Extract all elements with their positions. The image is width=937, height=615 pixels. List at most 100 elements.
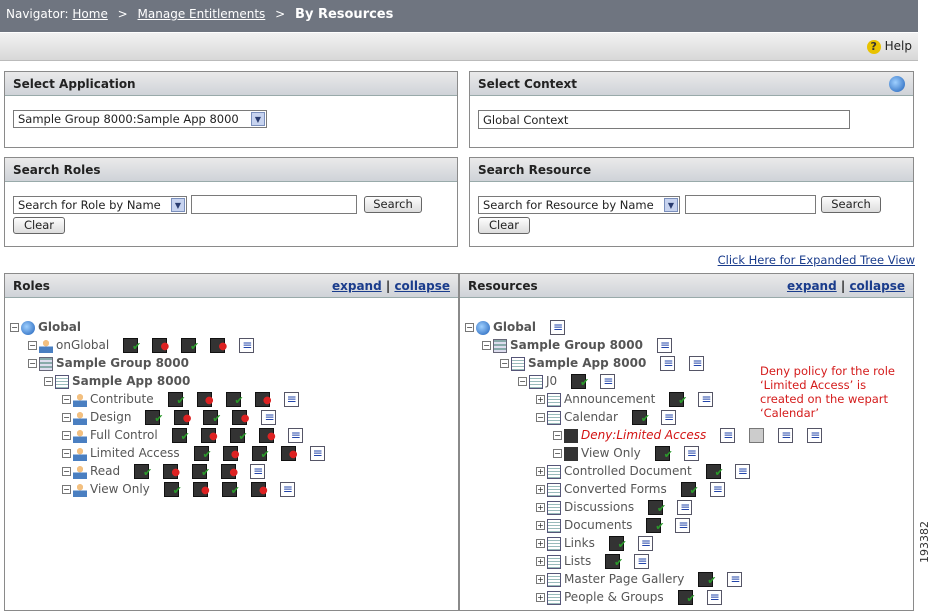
policies-icon[interactable] xyxy=(660,408,676,426)
role-search-button[interactable]: Search xyxy=(364,196,422,213)
policies-icon[interactable] xyxy=(689,354,705,372)
resource-search-button[interactable]: Search xyxy=(821,196,881,213)
grant-policy-icon[interactable] xyxy=(192,464,210,482)
help-button[interactable]: ? Help xyxy=(866,39,912,54)
deny-policy-icon[interactable] xyxy=(280,446,298,464)
tree-node[interactable]: − Calendar xyxy=(536,408,676,428)
deny-policy-icon[interactable] xyxy=(210,338,227,356)
grant-policy-icon[interactable] xyxy=(145,410,163,428)
role-search-input[interactable] xyxy=(191,195,357,214)
collapse-toggle-icon[interactable]: − xyxy=(62,449,71,458)
tree-node[interactable]: + Discussions xyxy=(536,498,693,518)
deny-policy-icon[interactable] xyxy=(221,464,238,482)
deny-policy-icon[interactable] xyxy=(192,482,210,500)
tree-node[interactable]: − View Only xyxy=(553,444,699,464)
roles-collapse-link[interactable]: collapse xyxy=(394,279,450,293)
trash-icon[interactable] xyxy=(749,428,765,443)
expanded-tree-view-link[interactable]: Click Here for Expanded Tree View xyxy=(718,253,915,267)
tree-node[interactable]: + Announcement xyxy=(536,390,714,410)
policies-icon[interactable] xyxy=(677,498,693,516)
resource-search-mode-select[interactable]: Search for Resource by Name ▼ xyxy=(478,196,680,214)
add-resource-icon[interactable] xyxy=(550,318,566,336)
tree-node[interactable]: + Documents xyxy=(536,516,691,536)
tree-node[interactable]: − Sample Group 8000 xyxy=(482,336,672,354)
grant-policy-icon[interactable] xyxy=(193,446,212,464)
deny-policy-icon[interactable] xyxy=(174,410,191,428)
context-field[interactable]: Global Context xyxy=(478,110,850,129)
grant-policy-icon[interactable] xyxy=(605,554,623,572)
grant-policy-icon[interactable] xyxy=(698,572,716,590)
policies-icon[interactable] xyxy=(675,516,691,534)
collapse-toggle-icon[interactable]: − xyxy=(62,413,71,422)
tree-node[interactable]: − onGlobal xyxy=(28,336,255,356)
collapse-toggle-icon[interactable]: − xyxy=(62,485,71,494)
collapse-toggle-icon[interactable]: − xyxy=(518,377,527,386)
policies-icon[interactable] xyxy=(706,588,722,606)
policies-icon[interactable] xyxy=(698,390,714,408)
list-policies-icon[interactable] xyxy=(283,390,299,408)
policies-icon[interactable] xyxy=(634,552,650,570)
expand-toggle-icon[interactable]: + xyxy=(536,485,545,494)
grant-policy-icon[interactable] xyxy=(181,338,199,356)
deny-policy-icon[interactable] xyxy=(254,392,272,410)
grant-policy-icon[interactable] xyxy=(677,590,696,608)
grant-policy-icon[interactable] xyxy=(571,374,589,392)
grant-policy-icon[interactable] xyxy=(167,392,186,410)
list-policies-icon[interactable] xyxy=(250,462,266,480)
deny-policy-icon[interactable] xyxy=(163,464,180,482)
application-select[interactable]: Sample Group 8000:Sample App 8000 ▼ xyxy=(13,110,267,128)
expand-toggle-icon[interactable]: + xyxy=(536,503,545,512)
collapse-toggle-icon[interactable]: − xyxy=(62,395,71,404)
policies-icon[interactable] xyxy=(600,372,616,390)
expand-toggle-icon[interactable]: + xyxy=(536,593,545,602)
tree-node[interactable]: + Master Page Gallery xyxy=(536,570,743,590)
tree-node[interactable]: − Sample App 8000 xyxy=(44,372,190,390)
grant-policy-icon[interactable] xyxy=(646,518,664,536)
tree-node[interactable]: − Read xyxy=(62,462,266,482)
roles-expand-link[interactable]: expand xyxy=(332,279,382,293)
role-clear-button[interactable]: Clear xyxy=(13,217,65,234)
grant-policy-icon[interactable] xyxy=(221,482,240,500)
grant-policy-icon[interactable] xyxy=(251,446,270,464)
deny-policy-icon[interactable] xyxy=(200,428,218,446)
collapse-toggle-icon[interactable]: − xyxy=(553,449,562,458)
grant-policy-icon[interactable] xyxy=(134,464,152,482)
policies-icon[interactable] xyxy=(683,444,699,462)
collapse-toggle-icon[interactable]: − xyxy=(482,341,491,350)
deny-policy-icon[interactable] xyxy=(222,446,240,464)
edit-policy-icon[interactable] xyxy=(720,426,736,444)
breadcrumb-home[interactable]: Home xyxy=(72,7,107,21)
tree-node[interactable]: − Full Control xyxy=(62,426,303,446)
tree-node[interactable]: − Global xyxy=(10,318,81,336)
collapse-toggle-icon[interactable]: − xyxy=(10,323,19,332)
list-policies-icon[interactable] xyxy=(309,444,325,462)
collapse-toggle-icon[interactable]: − xyxy=(62,431,71,440)
grant-policy-icon[interactable] xyxy=(705,464,724,482)
grant-policy-icon[interactable] xyxy=(631,410,650,428)
grant-policy-icon[interactable] xyxy=(163,482,182,500)
grant-policy-icon[interactable] xyxy=(225,392,244,410)
deny-policy-icon[interactable] xyxy=(250,482,268,500)
grant-policy-icon[interactable] xyxy=(123,338,141,356)
resource-clear-button[interactable]: Clear xyxy=(478,217,530,234)
tree-node[interactable]: − Sample Group 8000 xyxy=(28,354,189,372)
expand-toggle-icon[interactable]: + xyxy=(536,539,545,548)
policies-icon[interactable] xyxy=(734,462,750,480)
grant-policy-icon[interactable] xyxy=(608,536,627,554)
collapse-toggle-icon[interactable]: − xyxy=(28,359,37,368)
tree-node[interactable]: − Design xyxy=(62,408,277,428)
expand-toggle-icon[interactable]: + xyxy=(536,521,545,530)
tree-node[interactable]: − Global xyxy=(465,318,566,336)
tree-node[interactable]: + People & Groups xyxy=(536,588,722,608)
policies-icon[interactable] xyxy=(778,426,794,444)
list-policies-icon[interactable] xyxy=(261,408,277,426)
expand-toggle-icon[interactable]: + xyxy=(536,467,545,476)
breadcrumb-manage-entitlements[interactable]: Manage Entitlements xyxy=(138,7,266,21)
tree-node[interactable]: − Contribute xyxy=(62,390,299,410)
deny-policy-icon[interactable] xyxy=(232,410,249,428)
tree-node[interactable]: + Lists xyxy=(536,552,650,572)
expand-toggle-icon[interactable]: + xyxy=(536,395,545,404)
details-icon[interactable] xyxy=(807,426,823,444)
grant-policy-icon[interactable] xyxy=(680,482,699,500)
deny-policy-icon[interactable] xyxy=(152,338,169,356)
